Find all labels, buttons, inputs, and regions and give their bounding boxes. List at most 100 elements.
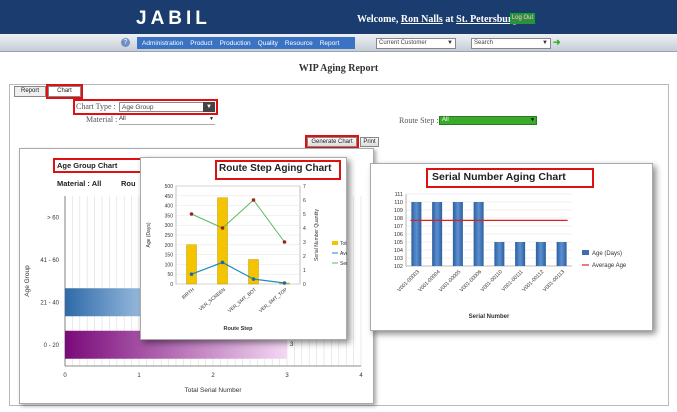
route-step-chart-label: Route Step Aging Chart	[219, 163, 332, 174]
nav-item-product[interactable]: Product	[190, 40, 212, 47]
legend-label: Total A	[340, 241, 347, 247]
y-tick-label: 0 - 20	[44, 343, 60, 349]
y-tick-label: 500	[165, 184, 174, 190]
y-tick-label: 350	[165, 213, 174, 219]
x-tick-label: V001-00110	[480, 269, 504, 293]
material-value: All	[119, 116, 126, 122]
serial-chart-label: Serial Number Aging Chart	[432, 171, 566, 183]
material-label: Material :	[86, 115, 118, 124]
x-tick-label: 0	[63, 373, 67, 379]
legend-swatch	[582, 250, 589, 255]
x-tick-label: 2	[211, 373, 215, 379]
y-tick-label: 400	[165, 204, 174, 210]
search-input[interactable]: Search ▼	[471, 38, 551, 49]
y-tick-label: 108	[394, 216, 403, 222]
average-age-point	[189, 272, 194, 276]
x-tick-label: 4	[359, 373, 363, 379]
y2-tick-label: 3	[303, 240, 306, 246]
x-tick-label: 1	[137, 373, 141, 379]
x-axis-label: Total Serial Number	[184, 387, 242, 394]
age-days-bar	[556, 242, 567, 266]
legend-label: Age (Days)	[592, 251, 622, 257]
generate-chart-button[interactable]: Generate Chart	[305, 135, 359, 149]
y2-tick-label: 1	[303, 268, 306, 274]
tab-report[interactable]: Report	[14, 86, 46, 97]
y-tick-label: 21 - 40	[40, 300, 59, 306]
average-age-point	[282, 281, 287, 285]
nav-item-quality[interactable]: Quality	[258, 40, 278, 47]
legend-label: Average Age	[592, 263, 627, 269]
age-group-chart-label: Age Group Chart	[57, 161, 118, 170]
y-axis-label: Age Group	[24, 265, 31, 297]
user-link[interactable]: Ron Nalls	[401, 14, 443, 25]
y-tick-label: 41 - 60	[40, 258, 59, 264]
legend-label: Serial	[340, 261, 347, 267]
serial-quantity-point	[282, 240, 287, 244]
chevron-down-icon: ▼	[209, 116, 214, 122]
y-tick-label: 109	[394, 208, 403, 214]
y-axis-label: Age (Days)	[146, 222, 152, 247]
welcome-text: Welcome, Ron Nalls at St. Petersburg, FL	[357, 14, 535, 25]
y-tick-label: 105	[394, 240, 403, 246]
y-tick-label: 200	[165, 243, 174, 249]
y-tick-label: 300	[165, 223, 174, 229]
data-label: 3	[290, 342, 294, 348]
x-tick-label: VER_SCREEN	[198, 287, 227, 313]
logout-button[interactable]: Log Out	[510, 13, 535, 24]
route-step-chart: 0 50 100 150 200 250 300 350 400 450 500 0 1 2 3 4 5 6 7 BI…	[146, 184, 347, 332]
customer-select-value: Current Customer	[379, 40, 427, 46]
average-age-point	[220, 260, 225, 265]
page-title: WIP Aging Report	[298, 63, 379, 74]
arrow-right-icon[interactable]: ➜	[553, 37, 561, 48]
welcome-label: Welcome,	[357, 14, 399, 25]
y-tick-label: 100	[165, 262, 174, 268]
age-days-bar	[452, 202, 463, 266]
x-tick-label: VER_SMT_TOP	[258, 287, 289, 314]
nav-item-resource[interactable]: Resource	[285, 40, 313, 47]
help-icon[interactable]: ?	[121, 38, 130, 47]
y-tick-label: 104	[394, 248, 403, 254]
age-days-bar	[432, 202, 443, 266]
nav-item-administration[interactable]: Administration	[142, 40, 183, 47]
y2-tick-label: 5	[303, 212, 306, 218]
y-tick-label: 50	[167, 272, 173, 278]
customer-select[interactable]: Current Customer ▼	[376, 38, 456, 49]
x-tick-label: V001-00113	[542, 269, 566, 293]
y-tick-label: 106	[394, 232, 403, 238]
print-button[interactable]: Print	[360, 137, 379, 147]
x-tick-label: 3	[285, 373, 289, 379]
tab-chart[interactable]: Chart	[46, 84, 83, 99]
total-age-bar	[217, 197, 228, 285]
header-bar	[0, 0, 677, 34]
search-placeholder: Search	[474, 40, 494, 46]
y2-tick-label: 7	[303, 184, 306, 190]
y-tick-label: 110	[394, 200, 403, 206]
material-select[interactable]: All ▼	[119, 116, 215, 125]
y-tick-label: 150	[165, 253, 174, 259]
y2-tick-label: 6	[303, 198, 306, 204]
y-tick-label: 0	[170, 282, 173, 288]
jabil-logo: JABIL	[136, 8, 211, 29]
serial-quantity-point	[220, 226, 225, 230]
chart-type-select[interactable]: Age Group	[119, 102, 212, 112]
chevron-down-icon[interactable]: ▼	[203, 102, 215, 112]
nav-item-report[interactable]: Report	[320, 40, 340, 47]
y-tick-label: 103	[394, 256, 403, 262]
route-step-value: All	[442, 117, 449, 123]
age-days-bar	[515, 242, 526, 266]
chevron-down-icon: ▼	[447, 40, 453, 46]
nav-item-production[interactable]: Production	[220, 40, 251, 47]
at-label: at	[445, 14, 454, 25]
average-age-point	[251, 277, 256, 281]
y-tick-label: 450	[165, 194, 174, 200]
age-days-bar	[535, 242, 546, 266]
age-group-material-label: Material : All	[57, 179, 102, 188]
total-age-bar	[186, 244, 197, 285]
route-step-select[interactable]: All ▼	[439, 116, 537, 125]
chevron-down-icon: ▼	[530, 117, 535, 123]
x-axis-label: Serial Number	[469, 314, 510, 320]
serial-quantity-point	[251, 198, 256, 202]
y-tick-label: > 60	[47, 215, 60, 221]
y-tick-label: 111	[395, 192, 403, 198]
y-tick-label: 107	[394, 224, 403, 230]
